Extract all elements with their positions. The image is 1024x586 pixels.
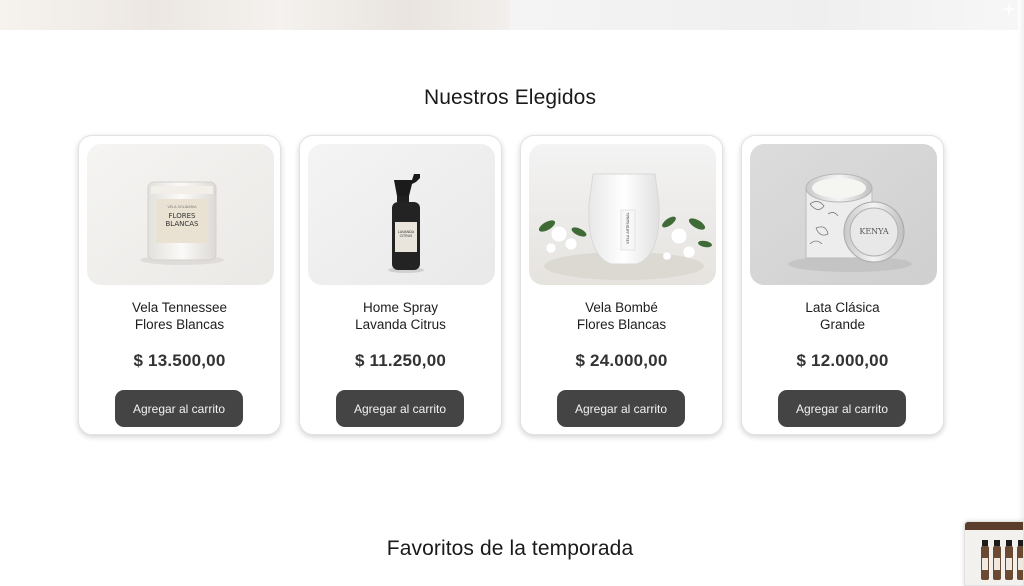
product-name-line2: Lavanda Citrus [355,317,446,332]
product-name: Home Spray Lavanda Citrus [308,299,493,333]
product-image-home-spray[interactable]: LAVANDA CITRUS [308,144,495,285]
add-to-cart-button[interactable]: Agregar al carrito [557,390,685,427]
image-label-main-2: CITRUS [399,234,413,238]
product-name-line2: Grande [819,317,866,332]
product-image-tin-classic[interactable]: KENYA [750,144,937,285]
product-price: $ 11.250,00 [354,351,447,370]
product-card[interactable]: KENYA Lata Clásica Grande $ 12.000,00 Ag… [741,135,944,435]
add-to-cart-button[interactable]: Agregar al carrito [778,390,906,427]
product-card[interactable]: LAVANDA CITRUS Home Spray Lavanda Citrus… [299,135,502,435]
image-label-top: VELA SOLIDARIA [167,205,197,209]
product-name-line1: Vela Tennessee [131,300,228,315]
add-to-cart-button[interactable]: Agregar al carrito [336,390,464,427]
product-card[interactable]: VELA ARTESANAL Vela Bombé Flores Blancas… [520,135,723,435]
product-name: Vela Bombé Flores Blancas [529,299,714,333]
image-label-main: VELA ARTESANAL [626,212,630,244]
season-section-title: Favoritos de la temporada [386,537,634,560]
add-to-cart-button[interactable]: Agregar al carrito [115,390,243,427]
hero-image-right [510,0,1024,30]
product-name-line2: Flores Blancas [576,317,667,332]
product-name-line1: Home Spray [362,300,439,315]
product-name-line1: Vela Bombé [585,300,658,315]
hero-image-left [0,0,510,30]
product-price: $ 13.500,00 [133,351,226,370]
product-grid: VELA SOLIDARIA FLORES BLANCAS Vela Tenne… [78,135,944,435]
image-label-main: FLORES [168,212,196,220]
image-label-main-2: BLANCAS [165,220,199,228]
featured-section-title: Nuestros Elegidos [423,86,597,109]
hero-banner-strip [0,0,1024,30]
product-card[interactable]: VELA SOLIDARIA FLORES BLANCAS Vela Tenne… [78,135,281,435]
image-label-main: KENYA [859,227,889,236]
product-name-line2: Flores Blancas [134,317,225,332]
product-price: $ 12.000,00 [796,351,889,370]
product-name-line1: Lata Clásica [805,300,880,315]
product-name: Lata Clásica Grande [750,299,935,333]
sparkle-icon [1002,2,1016,16]
product-image-candle-bombe[interactable]: VELA ARTESANAL [529,144,716,285]
product-image-candle-tennessee[interactable]: VELA SOLIDARIA FLORES BLANCAS [87,144,274,285]
floating-product-preview[interactable] [964,521,1024,586]
product-name: Vela Tennessee Flores Blancas [87,299,272,333]
product-price: $ 24.000,00 [575,351,668,370]
